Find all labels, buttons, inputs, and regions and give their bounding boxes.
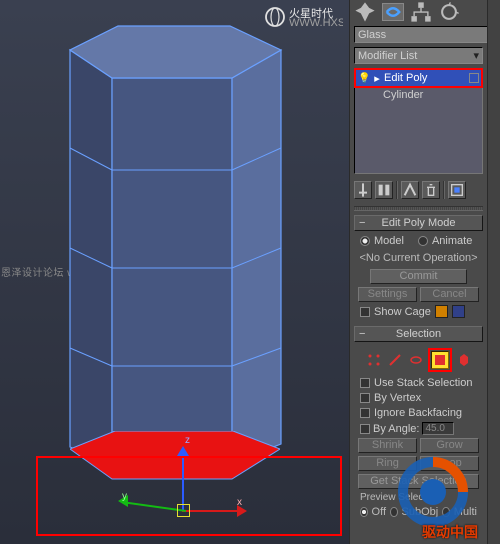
checkbox-show-cage[interactable] [360, 307, 370, 317]
cage-color-2[interactable] [452, 305, 465, 318]
shrink-button[interactable]: Shrink [358, 438, 417, 453]
checkbox-by-vertex[interactable] [360, 393, 370, 403]
gizmo-z-arrow-icon [177, 446, 189, 456]
cylinder-mesh [65, 20, 287, 495]
label-animate: Animate [432, 235, 472, 247]
checkbox-by-angle[interactable] [360, 424, 370, 434]
radio-animate[interactable] [418, 236, 428, 246]
modifier-item-cylinder[interactable]: Cylinder [355, 87, 482, 103]
object-name-input[interactable] [354, 26, 500, 43]
loop-button[interactable]: Loop [420, 456, 479, 471]
visibility-toggle-icon[interactable]: 💡 [358, 73, 370, 84]
watermark-qudong-text: 驱动中国 [422, 522, 478, 542]
command-panel-tabs [350, 0, 487, 24]
settings-button[interactable]: Settings [358, 287, 417, 302]
modifier-stack[interactable]: 💡 ▸ Edit Poly Cylinder [354, 68, 483, 174]
rollout-header-selection[interactable]: −Selection [354, 326, 483, 342]
modifier-item-edit-poly[interactable]: 💡 ▸ Edit Poly [356, 70, 481, 86]
gizmo-z-label: z [185, 435, 190, 446]
modify-tab-icon[interactable] [382, 3, 404, 21]
panel-scroll-tab[interactable] [487, 0, 500, 544]
modifier-stack-toolbar [354, 180, 483, 200]
label-model: Model [374, 235, 404, 247]
label-ignore-backfacing: Ignore Backfacing [374, 407, 462, 419]
radio-preview-off[interactable] [360, 507, 368, 517]
annotation-stack-highlight: 💡 ▸ Edit Poly [354, 68, 483, 88]
remove-modifier-button[interactable] [422, 181, 440, 199]
cancel-button[interactable]: Cancel [420, 287, 479, 302]
make-unique-button[interactable] [401, 181, 419, 199]
modifier-list-dropdown[interactable]: Modifier List [354, 47, 483, 64]
motion-tab-icon[interactable] [438, 3, 460, 21]
configure-sets-button[interactable] [448, 181, 466, 199]
preview-selection-label: Preview Selection [356, 492, 481, 503]
element-level-icon[interactable] [455, 351, 473, 369]
label-by-angle: By Angle: [373, 423, 419, 435]
expand-icon[interactable]: ▸ [372, 72, 382, 85]
label-show-cage: Show Cage [374, 306, 431, 318]
radio-model[interactable] [360, 236, 370, 246]
pin-stack-button[interactable] [354, 181, 372, 199]
get-stack-selection-button[interactable]: Get Stack Selection [358, 474, 479, 489]
ring-button[interactable]: Ring [358, 456, 417, 471]
modifier-label: Edit Poly [384, 72, 427, 84]
command-panel: Modifier List 💡 ▸ Edit Poly Cylinder [349, 0, 500, 544]
annotation-polygon-highlight [428, 348, 452, 372]
radio-preview-multi[interactable] [442, 507, 450, 517]
rollout-selection: −Selection Use Stack Selection By Vertex… [354, 326, 483, 522]
cage-color-1[interactable] [435, 305, 448, 318]
modifier-endcap-icon [469, 73, 479, 83]
subobject-level-icons [356, 346, 481, 374]
annotation-selection-highlight [36, 456, 342, 536]
by-angle-input[interactable] [422, 422, 454, 435]
vertex-level-icon[interactable] [365, 351, 383, 369]
polygon-level-icon[interactable] [431, 351, 449, 369]
show-end-result-button[interactable] [375, 181, 393, 199]
viewport-3d[interactable]: 火星时代WWW.HXSD.CN 恩泽设计论坛 www.missyuan.com … [0, 0, 349, 544]
hierarchy-tab-icon[interactable] [410, 3, 432, 21]
edge-level-icon[interactable] [386, 351, 404, 369]
label-by-vertex: By Vertex [374, 392, 421, 404]
current-operation-label: <No Current Operation> [356, 252, 481, 264]
create-tab-icon[interactable] [354, 3, 376, 21]
label-use-stack: Use Stack Selection [374, 377, 472, 389]
rollout-header-edit-poly[interactable]: −Edit Poly Mode [354, 215, 483, 231]
grow-button[interactable]: Grow [420, 438, 479, 453]
checkbox-use-stack-selection[interactable] [360, 378, 370, 388]
checkbox-ignore-backfacing[interactable] [360, 408, 370, 418]
commit-button[interactable]: Commit [370, 269, 467, 284]
border-level-icon[interactable] [407, 351, 425, 369]
modifier-label: Cylinder [383, 89, 423, 101]
panel-divider[interactable] [354, 206, 483, 211]
rollout-edit-poly-mode: −Edit Poly Mode Model Animate <No Curren… [354, 215, 483, 322]
radio-preview-subobj[interactable] [390, 507, 398, 517]
svg-text:WWW.HXSD.CN: WWW.HXSD.CN [289, 17, 343, 28]
